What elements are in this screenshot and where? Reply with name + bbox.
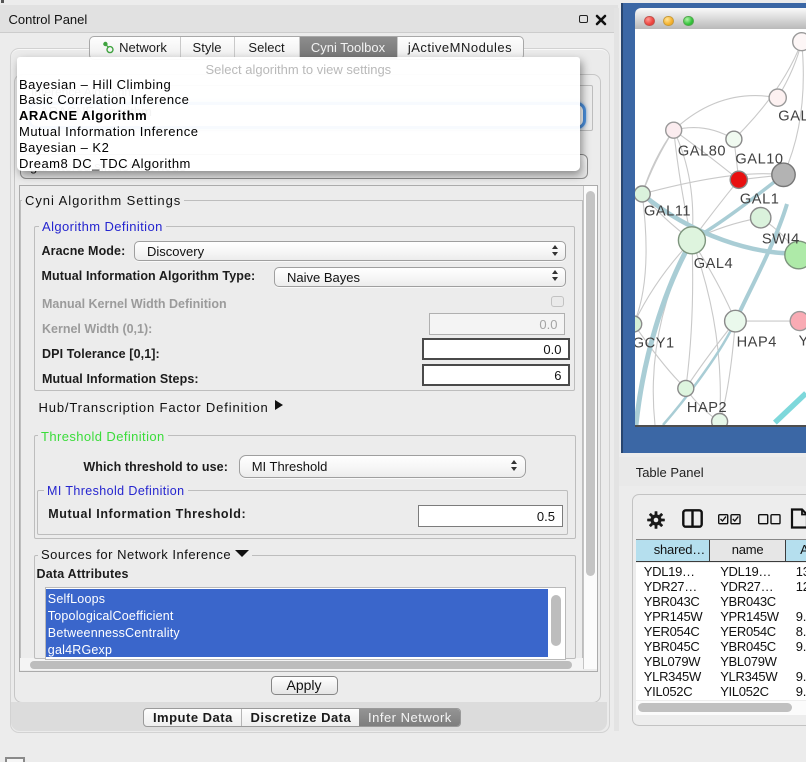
svg-text:GAL10: GAL10 <box>736 152 784 168</box>
svg-text:GAL4: GAL4 <box>694 256 734 272</box>
svg-text:GAL80: GAL80 <box>678 144 726 160</box>
svg-text:GAL1: GAL1 <box>740 192 780 208</box>
svg-text:SWI4: SWI4 <box>762 232 800 248</box>
svg-text:HAP4: HAP4 <box>737 335 777 351</box>
svg-text:HAP2: HAP2 <box>687 400 727 416</box>
svg-text:GAL7: GAL7 <box>779 109 806 125</box>
svg-text:YJ: YJ <box>799 334 806 350</box>
svg-text:GAL11: GAL11 <box>644 204 691 220</box>
svg-text:GCY1: GCY1 <box>635 336 675 352</box>
